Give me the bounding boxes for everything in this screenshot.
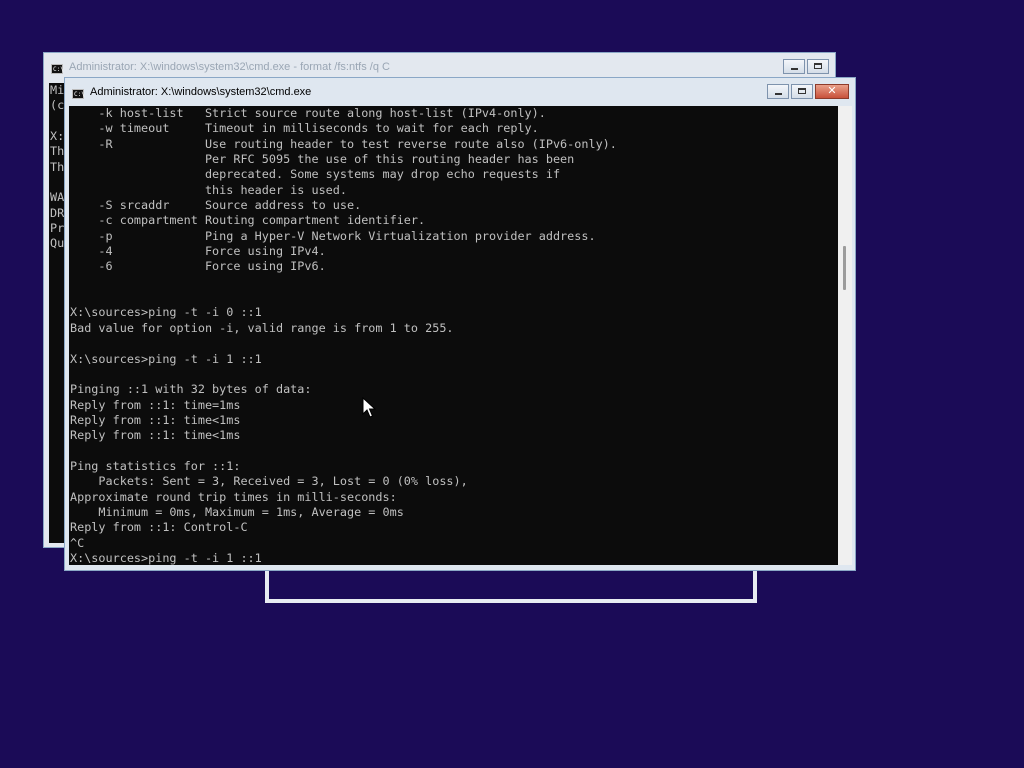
maximize-button[interactable] — [791, 84, 813, 99]
command-prompt-icon: C:\ — [72, 89, 85, 99]
maximize-icon — [814, 63, 822, 69]
console-line: -p Ping a Hyper-V Network Virtualization… — [70, 228, 596, 243]
window-title: Administrator: X:\windows\system32\cmd.e… — [69, 61, 390, 73]
console-line: Pinging ::1 with 32 bytes of data: — [70, 382, 312, 397]
mouse-pointer-icon — [362, 397, 376, 418]
console-line: Ping statistics for ::1: — [70, 458, 241, 473]
maximize-icon — [798, 88, 806, 94]
console-output[interactable]: -k host-list Strict source route along h… — [69, 106, 839, 565]
console-line: Bad value for option -i, valid range is … — [70, 320, 454, 335]
console-line: Approximate round trip times in milli-se… — [70, 489, 397, 504]
console-line: Reply from ::1: Control-C — [70, 520, 248, 535]
cmd-window[interactable]: C:\ Administrator: X:\windows\system32\c… — [64, 77, 856, 571]
close-icon: ✕ — [827, 84, 837, 97]
console-line: Packets: Sent = 3, Received = 3, Lost = … — [70, 474, 468, 489]
minimize-button[interactable] — [767, 84, 789, 99]
console-line: Minimum = 0ms, Maximum = 1ms, Average = … — [70, 504, 404, 519]
close-button[interactable]: ✕ — [815, 84, 849, 99]
console-line: -S srcaddr Source address to use. — [70, 198, 362, 213]
console-line: -R Use routing header to test reverse ro… — [70, 136, 617, 151]
console-line: Per RFC 5095 the use of this routing hea… — [70, 152, 575, 167]
title-bar[interactable]: C:\ Administrator: X:\windows\system32\c… — [65, 78, 855, 108]
console-line: -w timeout Timeout in milliseconds to wa… — [70, 121, 539, 136]
minimize-icon — [791, 68, 798, 70]
minimize-icon — [775, 93, 782, 95]
console-line: -k host-list Strict source route along h… — [70, 106, 546, 120]
console-line: X:\sources>ping -t -i 0 ::1 — [70, 305, 262, 320]
console-line: X:\sources>ping -t -i 1 ::1 — [70, 351, 262, 366]
window-title: Administrator: X:\windows\system32\cmd.e… — [90, 86, 312, 98]
minimize-button[interactable] — [783, 59, 805, 74]
console-line: -6 Force using IPv6. — [70, 259, 326, 274]
console-line: -4 Force using IPv4. — [70, 244, 326, 259]
console-line: Reply from ::1: time<1ms — [70, 428, 241, 443]
console-line: X:\sources>ping -t -i 1 ::1 — [70, 550, 262, 565]
console-line: ^C — [70, 535, 85, 550]
console-line: deprecated. Some systems may drop echo r… — [70, 167, 561, 182]
scrollbar-thumb[interactable] — [843, 246, 846, 290]
console-line: Reply from ::1: time<1ms — [70, 412, 241, 427]
console-line: this header is used. — [70, 182, 347, 197]
command-prompt-icon: C:\ — [51, 64, 64, 74]
maximize-button[interactable] — [807, 59, 829, 74]
console-line: Reply from ::1: time=1ms — [70, 397, 241, 412]
console-line: -c compartment Routing compartment ident… — [70, 213, 426, 228]
vertical-scrollbar[interactable] — [838, 106, 852, 565]
